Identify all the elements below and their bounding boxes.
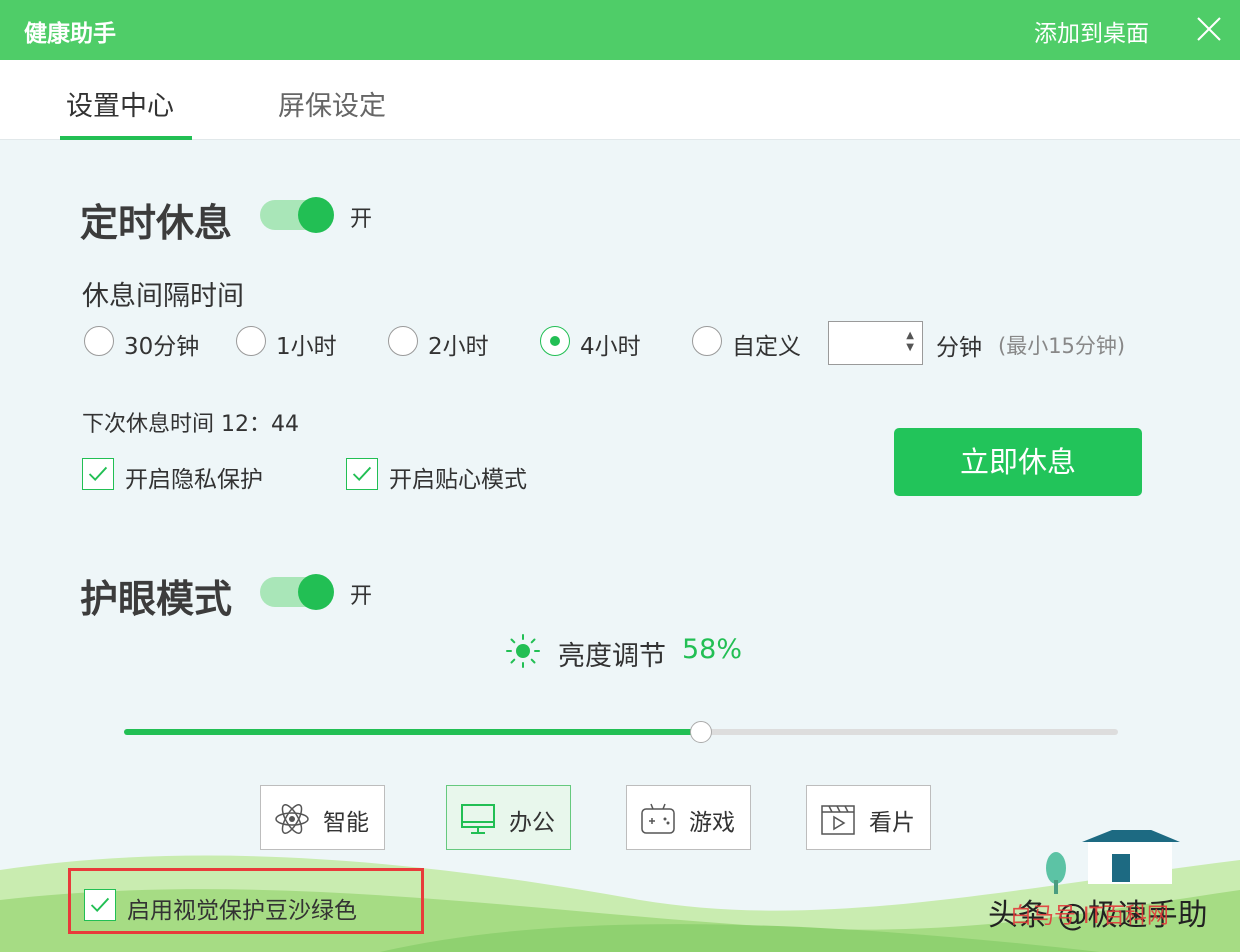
close-icon[interactable] (1194, 14, 1224, 44)
mode-smart-button[interactable]: 智能 (260, 785, 385, 850)
brightness-slider-fill (124, 729, 701, 735)
add-to-desktop-button[interactable]: 添加到桌面 (1034, 14, 1149, 48)
gamepad-icon (641, 803, 675, 834)
minutes-unit: 分钟 (936, 335, 982, 361)
eye-care-title: 护眼模式 (80, 577, 233, 621)
house-icon (1082, 830, 1180, 884)
tab-settings-center[interactable]: 设置中心 (66, 84, 174, 123)
atom-icon (275, 804, 309, 834)
bean-green-highlight: 启用视觉保护豆沙绿色 (68, 868, 424, 934)
checkmark-icon (84, 889, 116, 921)
mode-game-button[interactable]: 游戏 (626, 785, 751, 850)
brightness-slider[interactable] (124, 721, 1118, 743)
checkmark-icon (82, 458, 114, 490)
app-title: 健康助手 (24, 21, 116, 47)
mode-office-button[interactable]: 办公 (446, 785, 571, 850)
mode-movie-button[interactable]: 看片 (806, 785, 931, 850)
tab-screensaver-settings[interactable]: 屏保设定 (278, 84, 386, 123)
title-bar: 健康助手 添加到桌面 (0, 0, 1240, 60)
brightness-value: 58% (682, 634, 743, 665)
eye-care-toggle-label: 开 (350, 584, 373, 609)
rest-now-button[interactable]: 立即休息 (894, 428, 1142, 496)
next-rest-time: 下次休息时间 12：44 (82, 412, 299, 437)
settings-panel: 定时休息 开 休息间隔时间 30分钟 1小时 2小时 4小时 自定义 ▲ ▼ 分钟… (0, 140, 1240, 952)
eye-care-toggle[interactable] (260, 574, 334, 610)
watermark-overlay: 白马号 IT百科网 (1010, 904, 1169, 929)
checkmark-icon (346, 458, 378, 490)
minimum-hint: (最小15分钟) (998, 334, 1126, 358)
brightness-label: 亮度调节 (558, 641, 666, 672)
tab-bar: 设置中心 屏保设定 (0, 60, 1240, 140)
timed-rest-toggle[interactable] (260, 197, 334, 233)
interval-label: 休息间隔时间 (82, 281, 244, 312)
custom-minutes-stepper[interactable]: ▲ ▼ (828, 321, 923, 365)
film-icon (821, 805, 855, 835)
sun-icon (506, 634, 540, 668)
monitor-icon (461, 804, 495, 834)
timed-rest-toggle-label: 开 (350, 207, 373, 232)
stepper-arrows-icon[interactable]: ▲ ▼ (906, 330, 914, 354)
timed-rest-title: 定时休息 (80, 201, 233, 245)
brightness-slider-thumb[interactable] (689, 721, 712, 743)
